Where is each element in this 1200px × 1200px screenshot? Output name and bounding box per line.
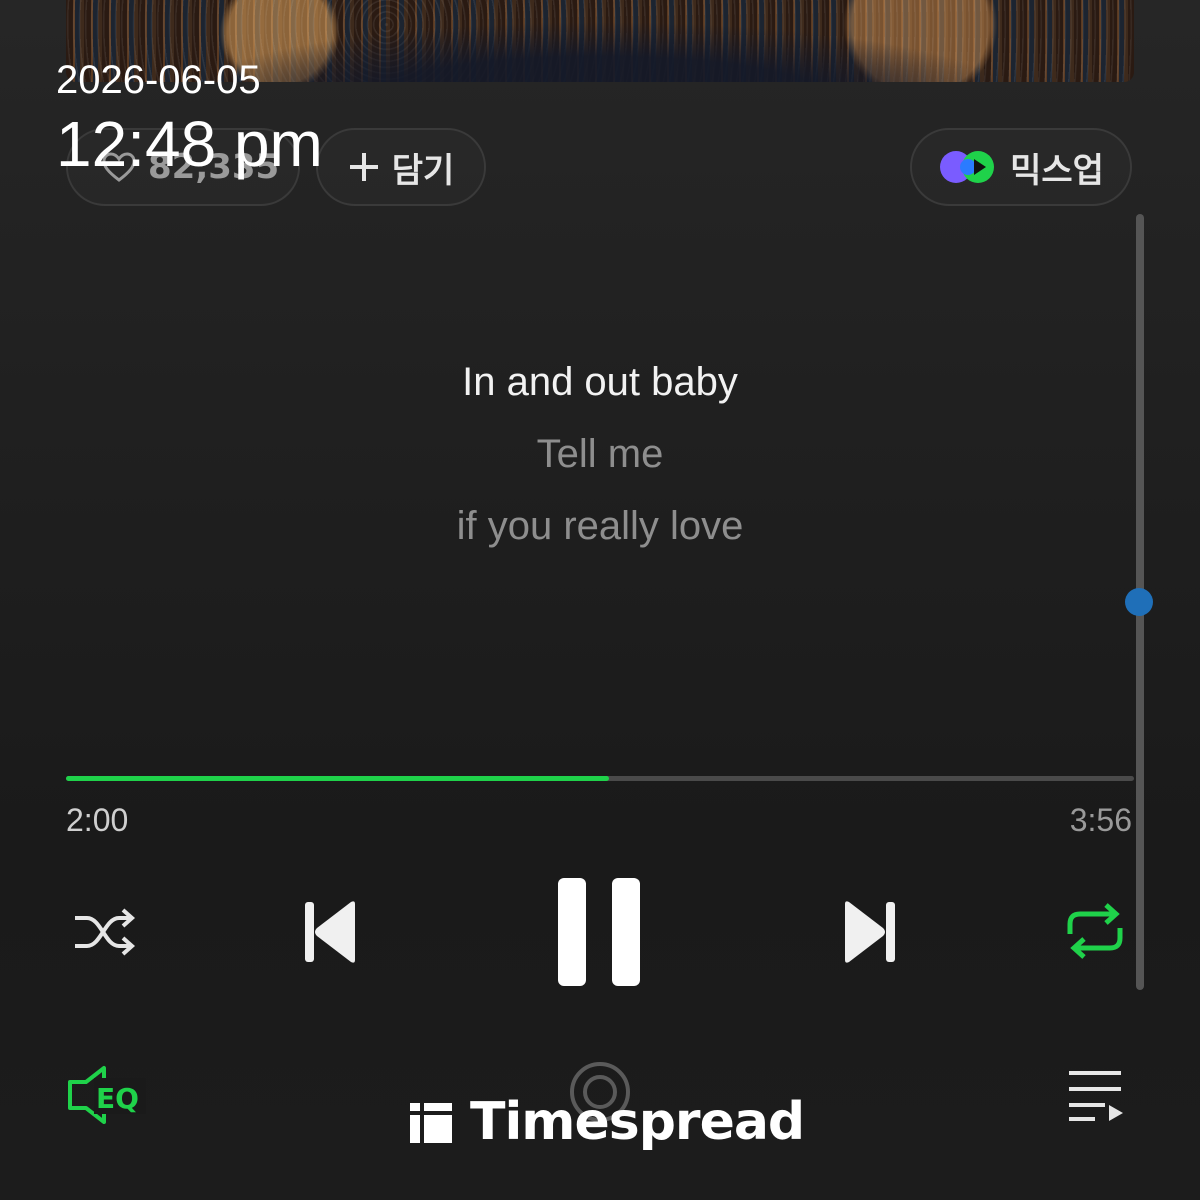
lyrics-panel[interactable]: In and out baby Tell me if you really lo… <box>0 352 1200 568</box>
pause-button[interactable] <box>556 876 644 988</box>
lyric-line-current[interactable]: In and out baby <box>0 352 1200 424</box>
mixup-icon <box>938 149 998 185</box>
mixup-button[interactable]: 믹스업 <box>910 128 1132 206</box>
lyrics-scroll-handle[interactable] <box>1125 588 1153 616</box>
watermark-text: Timespread <box>470 1092 805 1152</box>
repeat-icon <box>1067 903 1123 959</box>
pause-icon <box>558 878 640 986</box>
previous-track-button[interactable] <box>296 896 362 968</box>
plus-icon <box>348 151 380 183</box>
shuffle-button[interactable] <box>66 900 142 964</box>
playlist-icon <box>1069 1071 1123 1121</box>
lyric-line[interactable]: Tell me <box>0 424 1200 496</box>
next-track-button[interactable] <box>838 896 904 968</box>
timespread-watermark: Timespread <box>408 1092 805 1152</box>
overlay-date: 2026-06-05 <box>56 58 261 102</box>
equalizer-icon: EQ <box>68 1066 146 1124</box>
seek-bar-progress <box>66 776 610 781</box>
eq-label: EQ <box>96 1082 139 1115</box>
overlay-time: 12:48 pm <box>56 108 323 180</box>
lyric-line[interactable]: if you really love <box>0 496 1200 568</box>
timestamp-overlay: 2026-06-05 12:48 pm <box>56 58 323 181</box>
playlist-button[interactable] <box>1064 1066 1126 1124</box>
add-to-playlist-button[interactable]: 담기 <box>316 128 486 206</box>
add-label: 담기 <box>391 150 455 191</box>
mixup-label: 믹스업 <box>1010 150 1104 191</box>
skip-next-icon <box>845 901 895 963</box>
repeat-button[interactable] <box>1060 898 1130 964</box>
equalizer-button[interactable]: EQ <box>64 1064 146 1126</box>
skip-previous-icon <box>305 901 355 963</box>
timespread-logo-icon <box>410 1103 452 1143</box>
elapsed-time: 2:00 <box>66 802 129 838</box>
shuffle-icon <box>75 908 136 956</box>
total-time: 3:56 <box>1069 802 1132 838</box>
seek-bar[interactable] <box>66 776 1134 781</box>
